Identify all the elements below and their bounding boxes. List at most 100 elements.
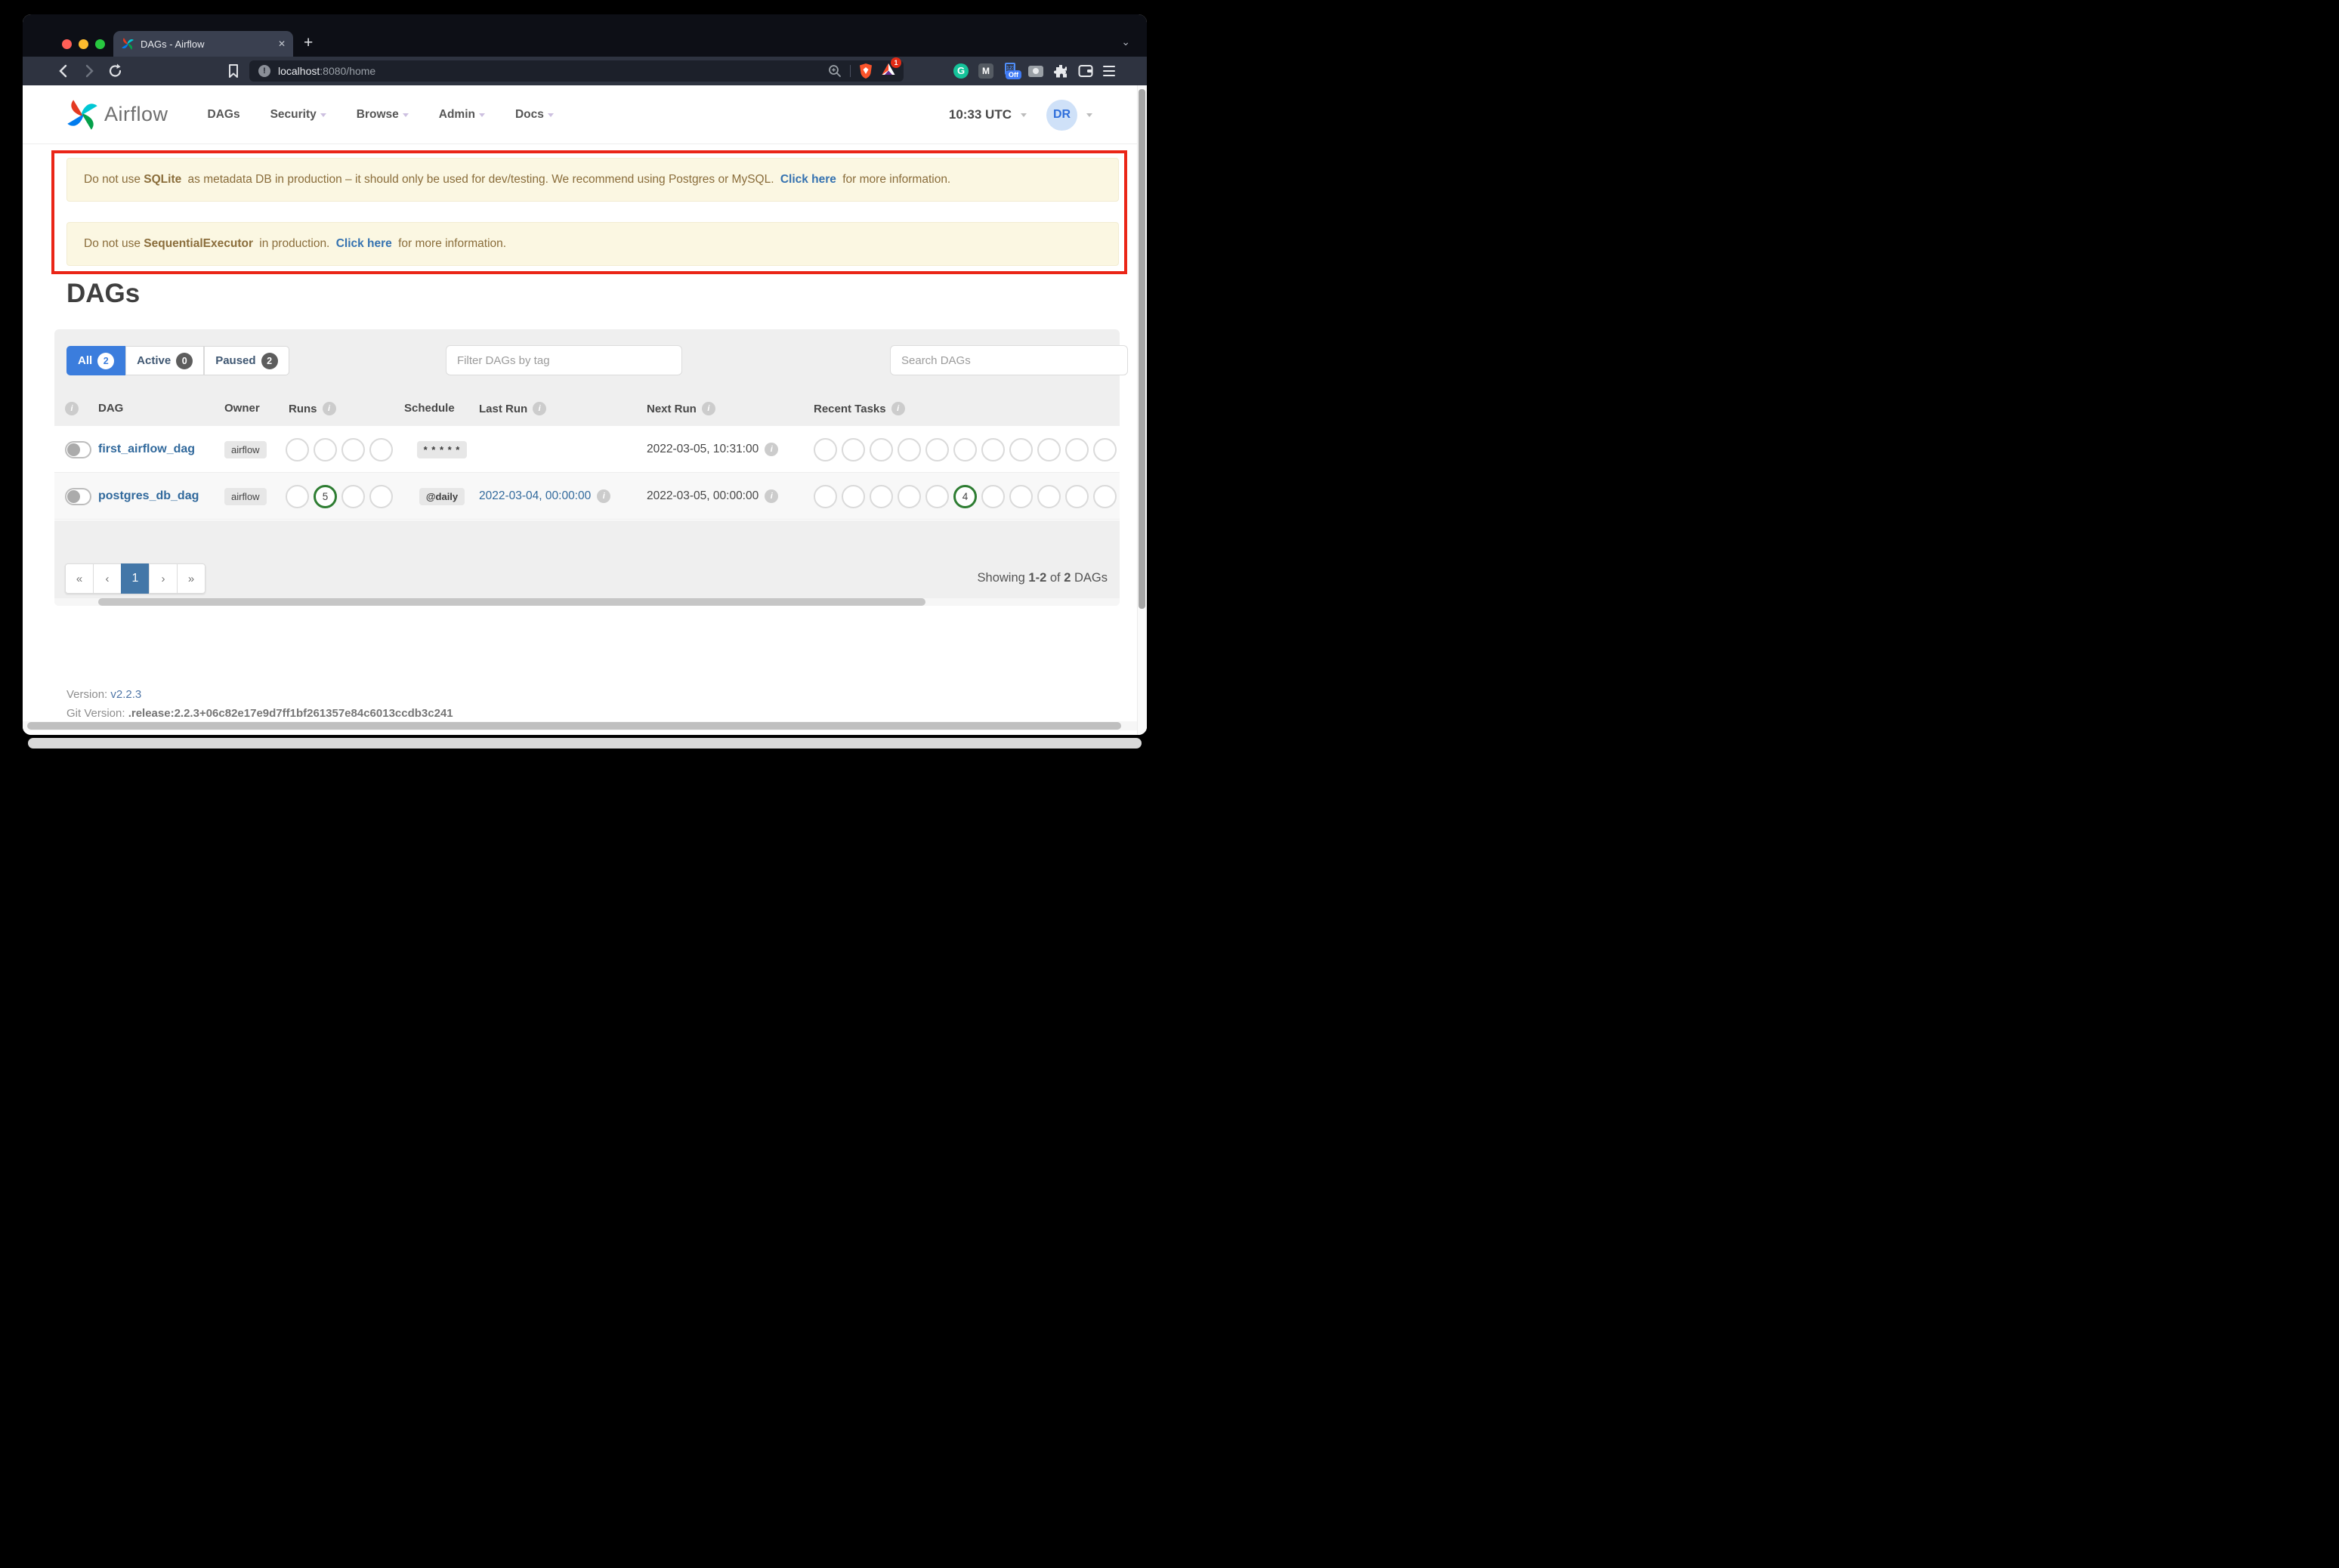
wallet-icon[interactable] — [1078, 64, 1093, 78]
close-window-button[interactable] — [62, 39, 72, 49]
minimize-window-button[interactable] — [79, 39, 88, 49]
page-hscrollbar-thumb[interactable] — [27, 722, 1121, 730]
task-status-circle[interactable] — [925, 437, 949, 461]
nav-admin[interactable]: Admin — [439, 108, 485, 122]
back-icon[interactable] — [56, 63, 71, 79]
next-run-value: 2022-03-05, 00:00:00 — [647, 489, 759, 502]
runs-status-circles — [286, 437, 393, 461]
camera-icon[interactable] — [1028, 65, 1043, 77]
zoom-window-button[interactable] — [95, 39, 105, 49]
sqlite-warning-link[interactable]: Click here — [780, 173, 836, 186]
panel-scrollbar-thumb[interactable] — [98, 598, 925, 606]
pagination-prev[interactable]: ‹ — [93, 563, 122, 594]
forward-icon[interactable] — [82, 63, 97, 79]
version-link[interactable]: v2.2.3 — [110, 688, 141, 701]
task-status-circle[interactable] — [1065, 484, 1089, 508]
showing-summary: Showing 1-2 of 2 DAGs — [977, 571, 1108, 585]
brave-shield-icon[interactable] — [858, 63, 873, 79]
table-row-postgres-db-dag: postgres_db_dag airflow 5 @daily 2022-03… — [54, 473, 1120, 520]
task-status-circle[interactable] — [341, 484, 365, 508]
new-tab-button[interactable]: + — [304, 34, 313, 52]
executor-warning-link[interactable]: Click here — [336, 237, 392, 250]
task-status-circle[interactable] — [369, 437, 393, 461]
pagination-last[interactable]: » — [177, 563, 205, 594]
info-icon[interactable]: i — [322, 402, 336, 415]
tag-filter-input[interactable] — [446, 345, 682, 375]
info-icon[interactable]: i — [533, 402, 547, 415]
schedule-badge[interactable]: * * * * * — [416, 440, 468, 458]
page-vscrollbar-thumb[interactable] — [1139, 89, 1145, 609]
dag-link[interactable]: first_airflow_dag — [98, 443, 195, 456]
tab-close-icon[interactable]: ✕ — [278, 39, 286, 49]
tab-all[interactable]: All 2 — [66, 346, 126, 375]
task-status-circle[interactable] — [842, 437, 865, 461]
nav-docs[interactable]: Docs — [515, 108, 554, 122]
info-icon[interactable]: i — [597, 489, 611, 503]
last-run-link[interactable]: 2022-03-04, 00:00:00 — [479, 489, 591, 503]
tab-active[interactable]: Active 0 — [125, 346, 205, 375]
task-status-circle[interactable] — [1093, 437, 1117, 461]
menu-icon[interactable] — [1103, 66, 1115, 76]
task-status-circle[interactable] — [953, 437, 977, 461]
info-icon[interactable]: i — [765, 443, 779, 456]
task-status-circle[interactable] — [925, 484, 949, 508]
task-status-circle[interactable] — [981, 437, 1005, 461]
airflow-logo-icon — [67, 99, 97, 130]
task-status-circle[interactable] — [842, 484, 865, 508]
task-status-circle[interactable] — [341, 437, 365, 461]
zoom-page-icon[interactable] — [827, 63, 842, 79]
address-bar[interactable]: ! localhost:8080/home 1 — [249, 57, 904, 82]
pagination-first[interactable]: « — [65, 563, 94, 594]
task-status-circle[interactable] — [369, 484, 393, 508]
info-icon[interactable]: i — [765, 489, 779, 503]
info-icon[interactable]: i — [701, 402, 715, 415]
task-status-circle[interactable] — [814, 484, 837, 508]
schedule-badge[interactable]: @daily — [419, 487, 465, 505]
task-status-circle[interactable] — [870, 437, 893, 461]
m-extension-icon[interactable]: M — [978, 63, 993, 79]
task-status-circle[interactable] — [981, 484, 1005, 508]
numbers-off-icon[interactable]: 123 Off — [1003, 63, 1021, 79]
task-status-circle[interactable] — [1037, 484, 1061, 508]
dag-link[interactable]: postgres_db_dag — [98, 489, 199, 503]
owner-badge[interactable]: airflow — [224, 487, 267, 505]
chevron-down-icon — [320, 113, 326, 120]
bookmark-icon[interactable] — [227, 63, 240, 79]
page-title: DAGs — [66, 279, 141, 308]
tab-search-chevron-icon[interactable]: ⌄ — [1121, 35, 1130, 48]
pagination-page-1[interactable]: 1 — [121, 563, 150, 594]
task-status-circle[interactable] — [1009, 484, 1033, 508]
task-status-circle[interactable] — [1093, 484, 1117, 508]
extensions-puzzle-icon[interactable] — [1053, 63, 1068, 79]
grammarly-icon[interactable]: G — [953, 63, 969, 79]
utc-clock[interactable]: 10:33 UTC — [949, 107, 1012, 122]
task-status-circle-success[interactable]: 5 — [314, 484, 337, 508]
info-icon[interactable]: i — [65, 402, 79, 415]
brave-rewards-icon[interactable]: 1 — [881, 57, 901, 81]
task-status-circle[interactable] — [1009, 437, 1033, 461]
user-avatar[interactable]: DR — [1046, 99, 1077, 131]
owner-badge[interactable]: airflow — [224, 440, 267, 458]
browser-tab[interactable]: DAGs - Airflow ✕ — [113, 31, 293, 57]
task-status-circle-success[interactable]: 4 — [953, 484, 977, 508]
task-status-circle[interactable] — [898, 437, 921, 461]
search-dags-input[interactable] — [890, 345, 1128, 375]
task-status-circle[interactable] — [870, 484, 893, 508]
reload-icon[interactable] — [107, 63, 124, 79]
task-status-circle[interactable] — [1065, 437, 1089, 461]
pause-toggle[interactable] — [65, 440, 91, 458]
nav-security[interactable]: Security — [270, 108, 326, 122]
pause-toggle[interactable] — [65, 487, 91, 505]
task-status-circle[interactable] — [286, 484, 309, 508]
task-status-circle[interactable] — [898, 484, 921, 508]
tab-paused[interactable]: Paused 2 — [204, 346, 289, 375]
pagination-next[interactable]: › — [149, 563, 178, 594]
task-status-circle[interactable] — [286, 437, 309, 461]
task-status-circle[interactable] — [1037, 437, 1061, 461]
info-icon[interactable]: i — [891, 402, 905, 415]
task-status-circle[interactable] — [814, 437, 837, 461]
nav-browse[interactable]: Browse — [357, 108, 409, 122]
nav-dags[interactable]: DAGs — [208, 108, 240, 122]
site-info-icon[interactable]: ! — [258, 65, 270, 77]
task-status-circle[interactable] — [314, 437, 337, 461]
